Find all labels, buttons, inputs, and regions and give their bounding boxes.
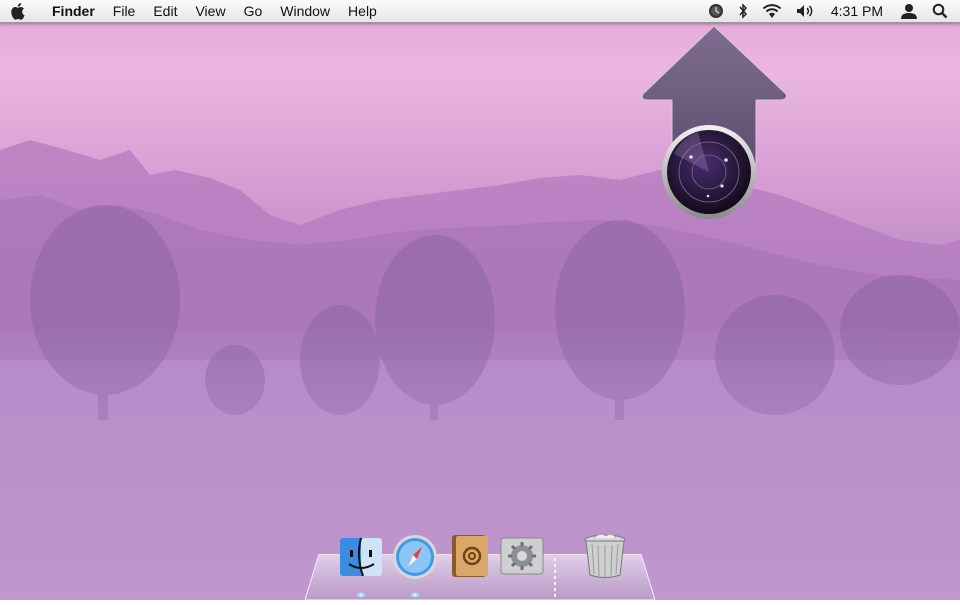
desktop-wallpaper <box>0 0 960 600</box>
user-icon[interactable] <box>893 0 925 22</box>
time-machine-icon[interactable] <box>701 0 731 22</box>
menu-file[interactable]: File <box>104 0 145 22</box>
safari-icon[interactable] <box>390 530 440 580</box>
trash-icon[interactable] <box>580 530 630 580</box>
apple-menu-icon[interactable] <box>0 0 38 22</box>
safari-running-indicator <box>410 592 420 598</box>
volume-icon[interactable] <box>789 0 821 22</box>
menu-go[interactable]: Go <box>235 0 272 22</box>
address-book-icon[interactable] <box>444 530 494 580</box>
wifi-icon[interactable] <box>755 0 789 22</box>
system-preferences-icon[interactable] <box>497 530 547 580</box>
menu-view[interactable]: View <box>186 0 234 22</box>
forest-silhouette <box>0 140 960 600</box>
menu-edit[interactable]: Edit <box>144 0 186 22</box>
menu-app-name[interactable]: Finder <box>38 0 104 22</box>
bluetooth-icon[interactable] <box>731 0 755 22</box>
menu-help[interactable]: Help <box>339 0 386 22</box>
time-machine-arrow-overlay <box>638 24 790 220</box>
finder-icon[interactable] <box>336 530 386 580</box>
menu-window[interactable]: Window <box>271 0 339 22</box>
spotlight-search-icon[interactable] <box>925 0 960 22</box>
menu-clock[interactable]: 4:31 PM <box>821 3 893 19</box>
finder-running-indicator <box>356 592 366 598</box>
menu-bar: Finder File Edit View Go Window Help 4:3… <box>0 0 960 23</box>
